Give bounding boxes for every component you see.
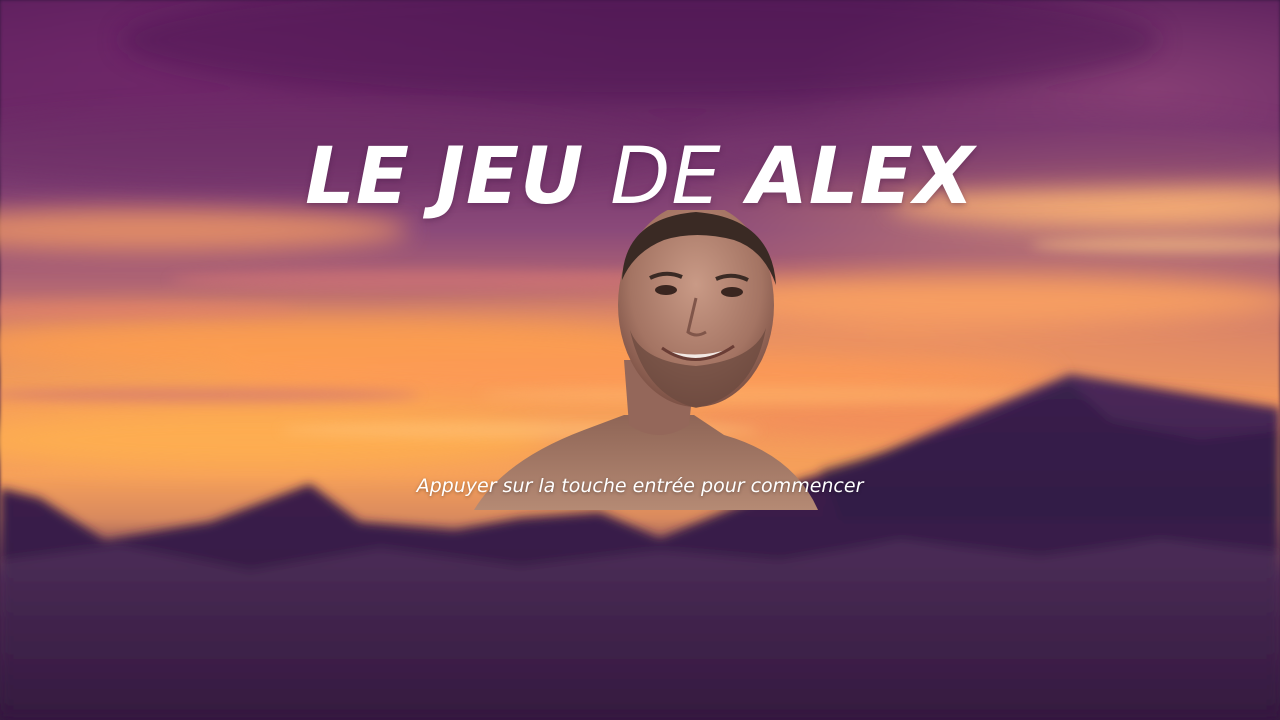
press-enter-prompt: Appuyer sur la touche entrée pour commen… [416,475,864,497]
title-word-alex: ALEX [747,132,975,222]
title-word-le: LE [305,132,411,222]
game-title: LE JEU DE ALEX [0,132,1280,222]
title-word-de: DE [610,132,722,222]
title-screen: LE JEU DE ALEX Appuyer sur la touche ent… [0,0,1280,720]
player-portrait-image [474,210,818,510]
title-word-jeu: JEU [435,132,585,222]
